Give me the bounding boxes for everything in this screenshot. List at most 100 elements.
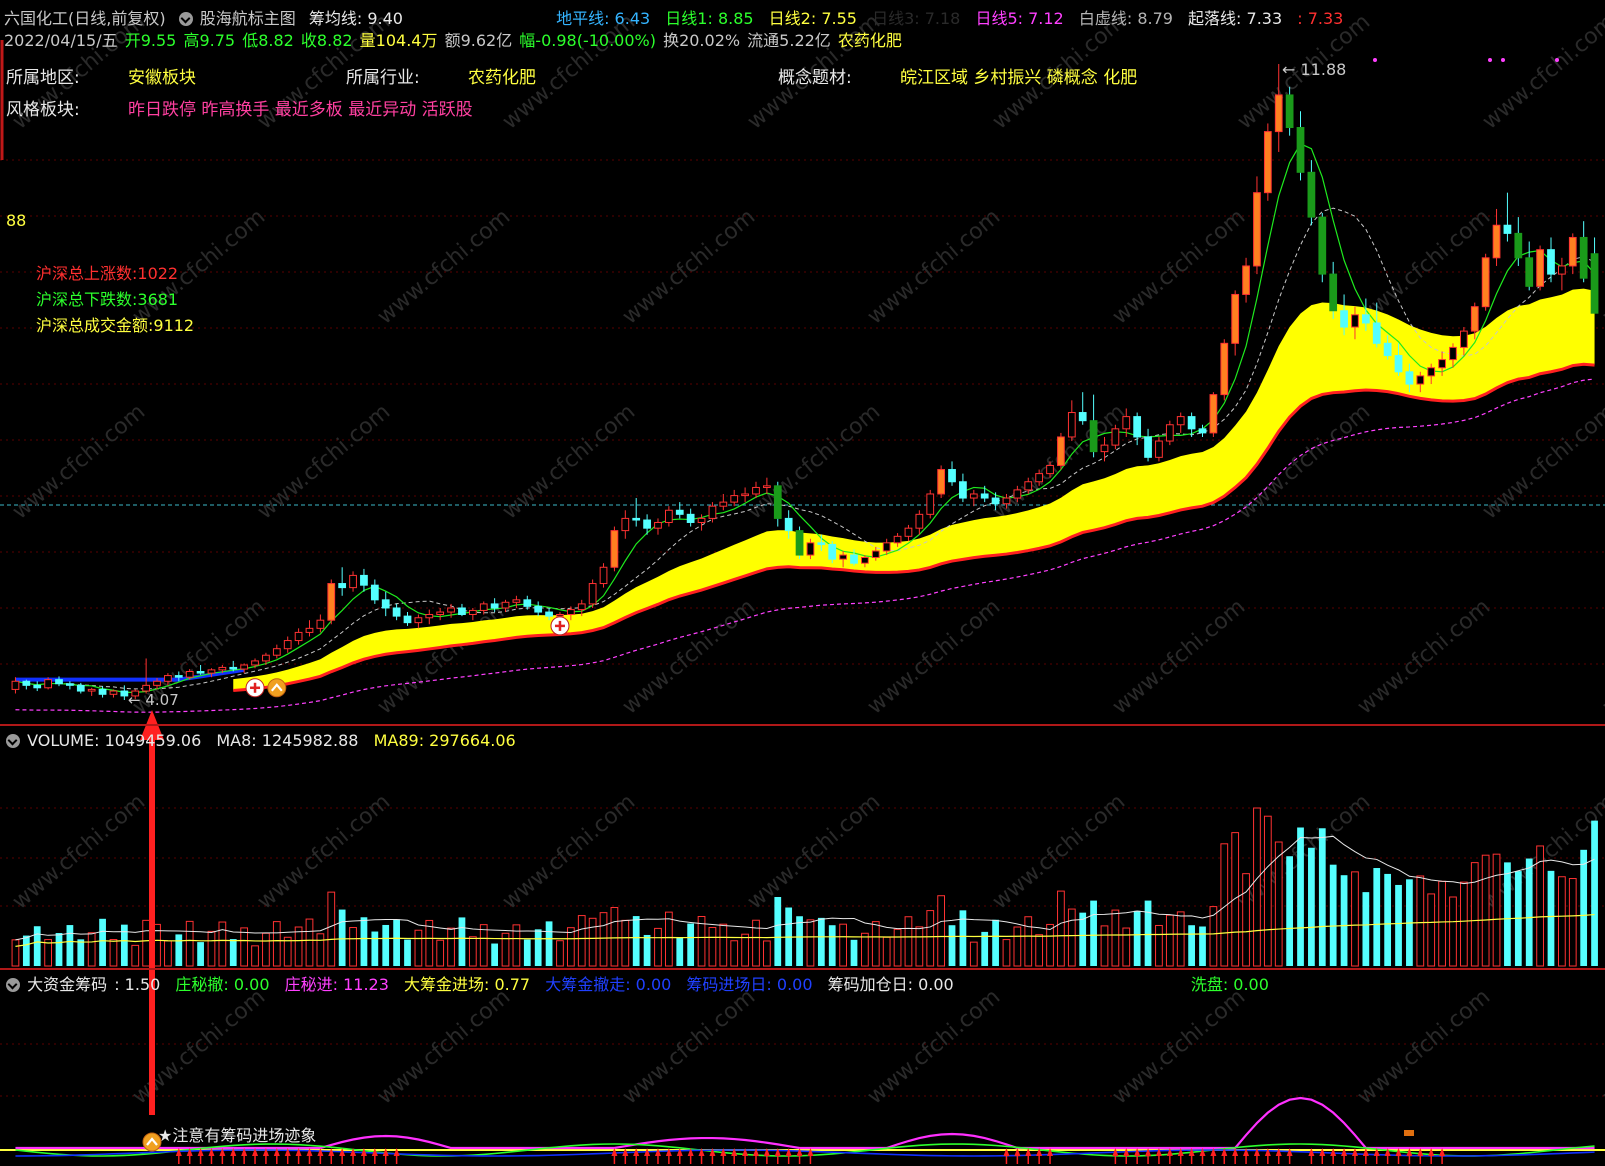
day-line2-value: 日线2: 7.55: [768, 9, 857, 28]
volume-bar-down: [1286, 856, 1293, 966]
watermark-text: www.cfchi.com: [743, 789, 885, 914]
volume-bar-up: [763, 940, 771, 967]
dropdown-icon[interactable]: [178, 12, 193, 26]
volume-bar-up: [1024, 916, 1033, 967]
signal-dot: [1555, 58, 1559, 62]
candle-body-down: [1590, 253, 1599, 314]
signal-dot: [1501, 58, 1505, 62]
candle-body-up: [1449, 346, 1457, 361]
candle-body-up: [556, 613, 564, 617]
region-label: 所属地区:: [6, 68, 80, 88]
candle-body-down: [991, 497, 1000, 505]
volume-bar-up: [588, 917, 597, 967]
candle-body-up: [1100, 444, 1109, 453]
volume-bar-down: [1580, 849, 1588, 966]
candle-body-up: [1165, 424, 1174, 442]
candle-body-up: [316, 619, 325, 629]
low-price-value: 4.07: [145, 691, 179, 709]
candle-body-up: [1558, 265, 1566, 275]
candle-body-down: [1144, 436, 1152, 458]
candle-body-up: [11, 680, 20, 690]
indicator-name[interactable]: 股海航标主图: [200, 9, 296, 28]
candle-body-down: [1133, 416, 1142, 438]
candle-body-down: [534, 605, 543, 613]
volume-bar-down: [1362, 892, 1370, 966]
volume-bar-up: [87, 932, 96, 967]
volume-bar-down: [371, 931, 379, 966]
volume-bar-up: [1536, 845, 1544, 967]
volume-bar-up: [1155, 924, 1163, 967]
candle-body-down: [338, 583, 347, 589]
watermark-text: www.cfchi.com: [253, 789, 395, 914]
volume-bar-up: [11, 939, 20, 967]
candle-body-down: [381, 599, 390, 609]
candle-body-up: [512, 599, 521, 603]
volume-bar-up: [1057, 890, 1065, 967]
quote-low: 低8.82: [242, 31, 294, 50]
volume-bar-up: [621, 919, 630, 967]
candle-body-down: [1089, 420, 1098, 453]
volume-bar-down: [404, 939, 411, 966]
candle-body-down: [980, 493, 989, 499]
panel-divider-volume[interactable]: [0, 724, 1605, 726]
volume-bar-up: [610, 907, 619, 967]
candle-body-up: [871, 550, 880, 558]
market-down-count: 沪深总下跌数:3681: [36, 290, 179, 309]
volume-header: VOLUME: 1049459.06 MA8: 1245982.88 MA89:…: [4, 731, 518, 751]
candle-body-down: [1340, 310, 1348, 328]
volume-bar-up: [1263, 815, 1272, 967]
candle-body-up: [1427, 367, 1436, 377]
volume-bar-down: [1188, 925, 1195, 966]
volume-bar-down: [676, 937, 684, 966]
chip-dropdown-icon[interactable]: [6, 978, 20, 992]
panel-divider-chip[interactable]: [0, 968, 1605, 970]
candle-body-up: [1242, 265, 1250, 295]
day-line5-value: 日线5: 7.12: [975, 9, 1064, 28]
candle-body-down: [1503, 224, 1512, 234]
volume-bar-up: [262, 932, 270, 967]
day-line3-value: 日线3: 7.18: [872, 9, 961, 28]
candle-body-up: [501, 601, 510, 609]
volume-bar-up: [566, 927, 575, 967]
volume-bar-up: [1035, 934, 1044, 967]
candle-body-up: [1220, 342, 1229, 396]
volume-bar-down: [1090, 900, 1097, 966]
candle-body-down: [1514, 232, 1523, 259]
candle-body-up: [283, 640, 292, 650]
side-scale-value: 88: [6, 211, 27, 230]
candle-body-up: [1002, 497, 1011, 505]
volume-bar-down: [1297, 827, 1304, 966]
candle-body-up: [861, 556, 869, 564]
candle-body-up: [294, 631, 303, 642]
candle-body-up: [708, 505, 717, 519]
watermark-text: www.cfchi.com: [743, 399, 885, 524]
volume-bar-up: [479, 924, 488, 967]
candle-body-up: [937, 469, 946, 495]
candle-body-up: [262, 654, 270, 662]
volume-ma89: MA89: 297664.06: [373, 731, 516, 750]
candle-body-up: [904, 527, 913, 537]
candle-body-up: [566, 609, 575, 615]
quote-volume: 量104.4万: [359, 31, 438, 50]
volume-bar-up: [708, 927, 717, 967]
quote-bar: 2022/04/15/五 开9.55 高9.75 低8.82 收8.82 量10…: [4, 31, 904, 51]
zhuang-in-value: 庄秘进: 11.23: [284, 975, 389, 994]
volume-bar-down: [632, 916, 640, 966]
high-price-value: 11.88: [1300, 60, 1347, 79]
rise-signal-icon: [267, 678, 287, 698]
volume-bar-down: [796, 916, 803, 966]
candle-body-down: [1405, 371, 1414, 385]
watermark-text: www.cfchi.com: [1108, 204, 1250, 329]
volume-dropdown-icon[interactable]: [6, 734, 20, 748]
candle-body-up: [1536, 249, 1544, 287]
candle-body-down: [1187, 416, 1196, 430]
volume-bar-up: [272, 921, 281, 967]
volume-bar-up: [1100, 925, 1109, 967]
candle-body-up: [577, 603, 586, 611]
volume-bar-down: [992, 919, 999, 966]
region-value: 安徽板块: [128, 68, 196, 88]
candle-body-up: [915, 513, 924, 529]
candle-body-up: [1035, 473, 1044, 483]
candle-body-down: [1078, 412, 1087, 422]
chip-add-day-value: 筹码加仓日: 0.00: [827, 975, 954, 994]
